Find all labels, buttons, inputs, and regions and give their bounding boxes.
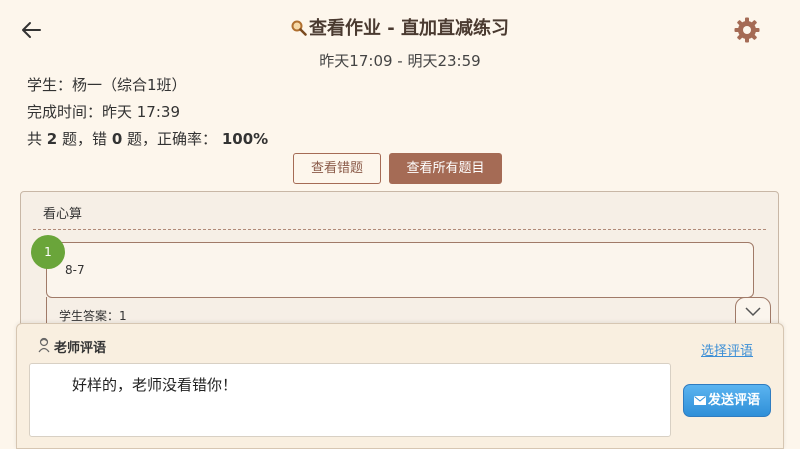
section-divider [33,229,766,230]
chevron-down-icon [745,307,761,317]
page-title-text: 查看作业 - 直加直减练习 [308,18,509,39]
search-icon [291,20,307,41]
section-title: 看心算 [43,207,83,222]
time-range: 昨天17:09 - 明天23:59 [319,52,481,70]
question-card: 看心算 8-7 1 学生答案：1 [20,191,779,331]
settings-button[interactable] [733,16,761,44]
comment-panel: 老师评语 选择评语 好样的，老师没看错你！ 发送评语 [16,323,784,449]
question-text: 8-7 [65,263,85,277]
comment-input[interactable]: 好样的，老师没看错你！ [29,363,671,437]
accuracy-value: 100% [221,130,269,148]
summary-mid2: 题，正确率： [127,130,218,148]
total-count: 2 [46,130,58,148]
view-wrong-button[interactable]: 查看错题 [293,153,381,184]
completion-time: 完成时间：昨天 17:39 [27,103,180,121]
summary-mid1: 题，错 [62,130,108,148]
score-summary: 共 2 题，错 0 题，正确率： 100% [27,128,268,149]
summary-prefix: 共 [27,130,43,148]
gear-icon [734,17,760,43]
wrong-count: 0 [111,130,123,148]
question-number-badge: 1 [31,235,65,269]
choose-comment-link[interactable]: 选择评语 [701,340,753,359]
student-answer: 学生答案：1 [59,309,127,323]
student-name: 学生：杨一（综合1班） [27,76,187,94]
question-box: 8-7 [46,242,754,298]
send-comment-label: 发送评语 [707,393,760,408]
send-comment-button[interactable]: 发送评语 [683,384,771,417]
view-all-button[interactable]: 查看所有题目 [389,153,502,184]
teacher-icon [38,337,50,353]
mail-icon [693,386,706,417]
page-title: 查看作业 - 直加直减练习 [0,14,800,41]
comment-title: 老师评语 [54,341,107,356]
